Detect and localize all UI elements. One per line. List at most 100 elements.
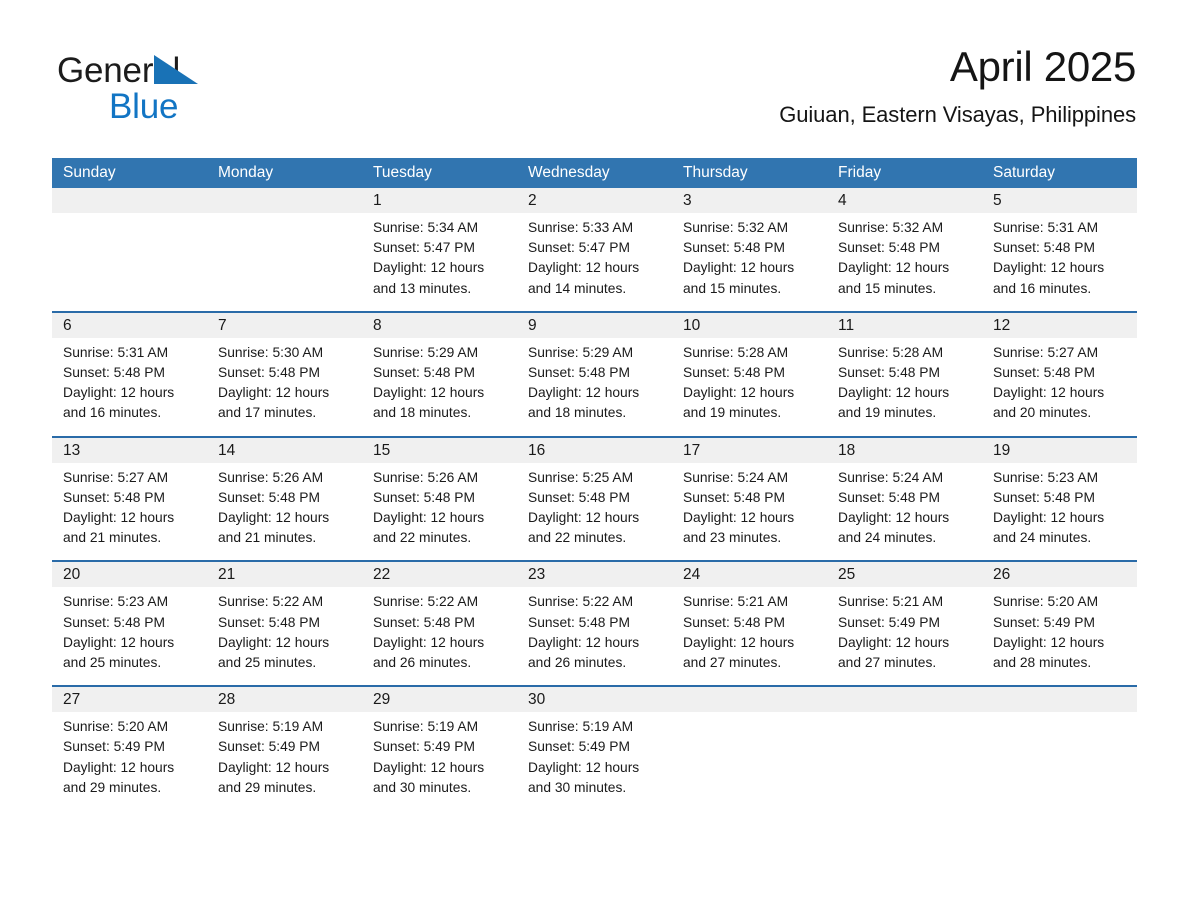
day-cell-4[interactable]: Sunrise: 5:32 AM Sunset: 5:48 PM Daylight:…: [827, 213, 982, 311]
sunset-text: Sunset: 5:48 PM: [683, 365, 786, 381]
week-daynumber-band: 6 7 8 9 10 11 12: [52, 312, 1137, 338]
general-blue-logo[interactable]: General Blue: [57, 50, 317, 136]
day-number-10[interactable]: 10: [672, 313, 827, 338]
day-number-17[interactable]: 17: [672, 438, 827, 463]
day-cell-15[interactable]: Sunrise: 5:26 AM Sunset: 5:48 PM Daylight:…: [362, 463, 517, 561]
day-number-empty: [672, 687, 827, 712]
day-number-11[interactable]: 11: [827, 313, 982, 338]
daylight-text: Daylight: 12 hours and 17 minutes.: [218, 385, 330, 421]
daylight-text: Daylight: 12 hours and 30 minutes.: [528, 759, 640, 795]
day-cell-13[interactable]: Sunrise: 5:27 AM Sunset: 5:48 PM Daylight:…: [52, 463, 207, 561]
day-number-12[interactable]: 12: [982, 313, 1137, 338]
day-cell-6[interactable]: Sunrise: 5:31 AM Sunset: 5:48 PM Daylight:…: [52, 338, 207, 436]
sunset-text: Sunset: 5:49 PM: [838, 614, 941, 630]
day-number-13[interactable]: 13: [52, 438, 207, 463]
day-cell-21[interactable]: Sunrise: 5:22 AM Sunset: 5:48 PM Daylight:…: [207, 587, 362, 685]
sunset-text: Sunset: 5:48 PM: [373, 489, 476, 505]
calendar-weeks: 1 2 3 4 5 Sunrise: 5:34 AM Sunset: 5:47 PM Dayl…: [52, 188, 1137, 811]
sunset-text: Sunset: 5:48 PM: [63, 365, 166, 381]
daylight-text: Daylight: 12 hours and 24 minutes.: [838, 510, 950, 546]
day-number-4[interactable]: 4: [827, 188, 982, 213]
day-number-14[interactable]: 14: [207, 438, 362, 463]
day-cell-23[interactable]: Sunrise: 5:22 AM Sunset: 5:48 PM Daylight:…: [517, 587, 672, 685]
day-number-15[interactable]: 15: [362, 438, 517, 463]
day-number-16[interactable]: 16: [517, 438, 672, 463]
day-number-22[interactable]: 22: [362, 562, 517, 587]
day-number-23[interactable]: 23: [517, 562, 672, 587]
week-daynumber-band: 27 28 29 30: [52, 687, 1137, 713]
sunset-text: Sunset: 5:48 PM: [993, 365, 1096, 381]
day-cell-16[interactable]: Sunrise: 5:25 AM Sunset: 5:48 PM Daylight:…: [517, 463, 672, 561]
day-cell-14[interactable]: Sunrise: 5:26 AM Sunset: 5:48 PM Daylight:…: [207, 463, 362, 561]
day-cell-10[interactable]: Sunrise: 5:28 AM Sunset: 5:48 PM Daylight:…: [672, 338, 827, 436]
day-cell-29[interactable]: Sunrise: 5:19 AM Sunset: 5:49 PM Daylight:…: [362, 712, 517, 810]
day-number-2[interactable]: 2: [517, 188, 672, 213]
day-number-21[interactable]: 21: [207, 562, 362, 587]
day-cell-5[interactable]: Sunrise: 5:31 AM Sunset: 5:48 PM Daylight:…: [982, 213, 1137, 311]
day-number-25[interactable]: 25: [827, 562, 982, 587]
day-number-3[interactable]: 3: [672, 188, 827, 213]
calendar-week-row: 20 21 22 23 24 25 26 Sunrise: 5:23 AM Sunset: 5:…: [52, 560, 1137, 686]
day-cell-26[interactable]: Sunrise: 5:20 AM Sunset: 5:49 PM Daylight:…: [982, 587, 1137, 685]
day-cell-28[interactable]: Sunrise: 5:19 AM Sunset: 5:49 PM Daylight:…: [207, 712, 362, 810]
sunrise-text: Sunrise: 5:20 AM: [993, 594, 1099, 610]
day-number-1[interactable]: 1: [362, 188, 517, 213]
week-daynumber-band: 13 14 15 16 17 18 19: [52, 437, 1137, 463]
sunrise-text: Sunrise: 5:22 AM: [373, 594, 479, 610]
daylight-text: Daylight: 12 hours and 27 minutes.: [683, 634, 795, 671]
sunset-text: Sunset: 5:48 PM: [373, 614, 476, 630]
day-cell-25[interactable]: Sunrise: 5:21 AM Sunset: 5:49 PM Daylight:…: [827, 587, 982, 685]
sunrise-text: Sunrise: 5:28 AM: [838, 344, 944, 360]
sunset-text: Sunset: 5:49 PM: [63, 739, 166, 755]
day-cell-30[interactable]: Sunrise: 5:19 AM Sunset: 5:49 PM Daylight:…: [517, 712, 672, 810]
day-number-7[interactable]: 7: [207, 313, 362, 338]
sunrise-text: Sunrise: 5:27 AM: [993, 344, 1099, 360]
day-cell-8[interactable]: Sunrise: 5:29 AM Sunset: 5:48 PM Daylight:…: [362, 338, 517, 436]
day-number-28[interactable]: 28: [207, 687, 362, 712]
sunrise-text: Sunrise: 5:32 AM: [683, 220, 789, 235]
daylight-text: Daylight: 12 hours and 27 minutes.: [838, 634, 950, 671]
day-cell-3[interactable]: Sunrise: 5:32 AM Sunset: 5:48 PM Daylight:…: [672, 213, 827, 311]
sunset-text: Sunset: 5:48 PM: [838, 489, 941, 505]
sunrise-text: Sunrise: 5:30 AM: [218, 344, 324, 360]
week-daynumber-band: 20 21 22 23 24 25 26: [52, 562, 1137, 588]
day-number-18[interactable]: 18: [827, 438, 982, 463]
day-cell-18[interactable]: Sunrise: 5:24 AM Sunset: 5:48 PM Daylight:…: [827, 463, 982, 561]
day-cell-9[interactable]: Sunrise: 5:29 AM Sunset: 5:48 PM Daylight:…: [517, 338, 672, 436]
day-cell-19[interactable]: Sunrise: 5:23 AM Sunset: 5:48 PM Daylight:…: [982, 463, 1137, 561]
day-number-9[interactable]: 9: [517, 313, 672, 338]
day-number-26[interactable]: 26: [982, 562, 1137, 587]
week-daynumber-band: 12345: [52, 188, 1137, 213]
day-number-19[interactable]: 19: [982, 438, 1137, 463]
day-cell-27[interactable]: Sunrise: 5:20 AM Sunset: 5:49 PM Daylight:…: [52, 712, 207, 810]
day-number-29[interactable]: 29: [362, 687, 517, 712]
day-cell-20[interactable]: Sunrise: 5:23 AM Sunset: 5:48 PM Daylight:…: [52, 587, 207, 685]
day-cell-11[interactable]: Sunrise: 5:28 AM Sunset: 5:48 PM Daylight:…: [827, 338, 982, 436]
day-number-6[interactable]: 6: [52, 313, 207, 338]
day-cell-1[interactable]: Sunrise: 5:34 AM Sunset: 5:47 PM Daylight:…: [362, 213, 517, 311]
sunset-text: Sunset: 5:48 PM: [218, 365, 321, 381]
daylight-text: Daylight: 12 hours and 22 minutes.: [528, 510, 640, 546]
weekday-header-wednesday: Wednesday: [528, 164, 610, 181]
day-cell-17[interactable]: Sunrise: 5:24 AM Sunset: 5:48 PM Daylight:…: [672, 463, 827, 561]
daylight-text: Daylight: 12 hours and 26 minutes.: [528, 634, 640, 671]
day-cell-22[interactable]: Sunrise: 5:22 AM Sunset: 5:48 PM Daylight:…: [362, 587, 517, 685]
sunrise-text: Sunrise: 5:20 AM: [63, 719, 169, 735]
calendar-week-row: 13 14 15 16 17 18 19 Sunrise: 5:27 AM Sunset: 5:…: [52, 435, 1137, 561]
weekday-header-monday: Monday: [218, 164, 274, 181]
day-cell-24[interactable]: Sunrise: 5:21 AM Sunset: 5:48 PM Daylight:…: [672, 587, 827, 685]
day-number-8[interactable]: 8: [362, 313, 517, 338]
day-cell-12[interactable]: Sunrise: 5:27 AM Sunset: 5:48 PM Daylight:…: [982, 338, 1137, 436]
day-number-20[interactable]: 20: [52, 562, 207, 587]
day-cell-2[interactable]: Sunrise: 5:33 AM Sunset: 5:47 PM Daylight:…: [517, 213, 672, 311]
day-number-27[interactable]: 27: [52, 687, 207, 712]
logo-text-blue: Blue: [109, 87, 179, 126]
day-number-5[interactable]: 5: [982, 188, 1137, 213]
daylight-text: Daylight: 12 hours and 13 minutes.: [373, 260, 485, 296]
day-number-24[interactable]: 24: [672, 562, 827, 587]
sunset-text: Sunset: 5:49 PM: [218, 739, 321, 755]
weekday-header-row: Sunday Monday Tuesday Wednesday Thursday Frid…: [52, 158, 1137, 188]
calendar-page: General Blue April 2025 Guiuan, Eastern …: [0, 0, 1188, 918]
day-cell-7[interactable]: Sunrise: 5:30 AM Sunset: 5:48 PM Daylight:…: [207, 338, 362, 436]
day-number-30[interactable]: 30: [517, 687, 672, 712]
